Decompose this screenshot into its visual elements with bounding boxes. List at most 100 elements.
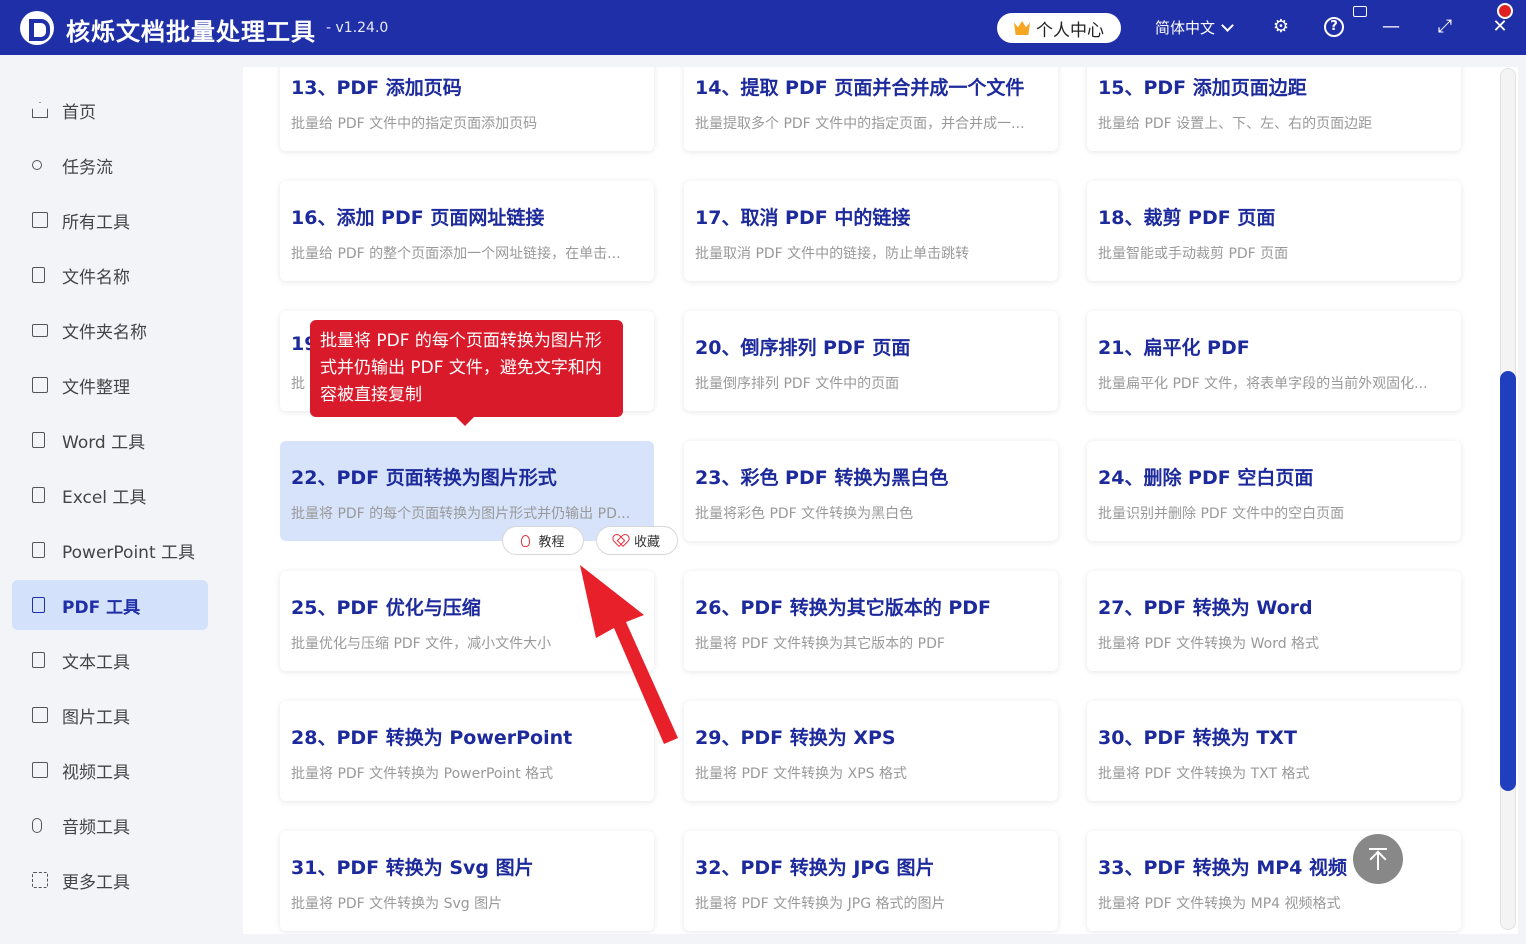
tool-card[interactable]: 32、PDF 转换为 JPG 图片 批量将 PDF 文件转换为 JPG 格式的图片 — [684, 831, 1058, 931]
sidebar: 首页任务流 所有工具文件名称文件夹名称文件整理 Word 工具 Excel 工具 Pow… — [0, 55, 222, 944]
sidebar-item-4[interactable]: 文件夹名称 — [12, 305, 208, 355]
tool-card[interactable]: 26、PDF 转换为其它版本的 PDF 批量将 PDF 文件转换为其它版本的 PD… — [684, 571, 1058, 671]
tutorial-label: 教程 — [538, 535, 565, 550]
monitor-icon — [32, 212, 48, 228]
tool-card-title: 16、添加 PDF 页面网址链接 — [291, 207, 545, 229]
tool-card[interactable]: 15、PDF 添加页面边距 批量给 PDF 设置上、下、左、右的页面边距 — [1087, 67, 1461, 151]
tool-card-description: 批量将 PDF 文件转换为 TXT 格式 — [1098, 766, 1310, 782]
tool-card-description: 批量智能或手动裁剪 PDF 页面 — [1098, 246, 1289, 262]
tool-card[interactable]: 29、PDF 转换为 XPS 批量将 PDF 文件转换为 XPS 格式 — [684, 701, 1058, 801]
tool-card[interactable]: 33、PDF 转换为 MP4 视频 批量将 PDF 文件转换为 MP4 视频格式 — [1087, 831, 1461, 931]
text-icon — [32, 652, 45, 668]
video-icon — [32, 762, 48, 778]
tool-card[interactable]: 18、裁剪 PDF 页面批量智能或手动裁剪 PDF 页面 — [1087, 181, 1461, 281]
pin-window-icon[interactable] — [1353, 6, 1367, 17]
tool-card-title: 26、PDF 转换为其它版本的 PDF — [695, 597, 992, 619]
sidebar-item-label: Excel 工具 — [62, 487, 147, 508]
sidebar-item-9[interactable]: PDF 工具 — [12, 580, 208, 630]
excel-icon — [32, 487, 45, 503]
sidebar-item-label: 文件夹名称 — [62, 322, 147, 343]
sidebar-item-label: 更多工具 — [62, 872, 130, 893]
annotation-arrow-icon — [580, 565, 678, 744]
tool-card-title: 14、提取 PDF 页面并合并成一个文件 — [695, 77, 1025, 99]
scrollbar-thumb[interactable] — [1500, 371, 1516, 791]
sidebar-item-12[interactable]: 视频工具 — [12, 745, 208, 795]
tool-card-title: 22、PDF 页面转换为图片形式 — [291, 467, 557, 489]
tool-card[interactable]: 16、添加 PDF 页面网址链接批量给 PDF 的整个页面添加一个网址链接，在单… — [280, 181, 654, 281]
tool-card-title: 32、PDF 转换为 JPG 图片 — [695, 857, 935, 879]
sidebar-item-label: 文件名称 — [62, 267, 130, 288]
tool-card-title: 25、PDF 优化与压缩 — [291, 597, 481, 619]
language-select[interactable]: 简体中文 — [1155, 17, 1234, 38]
audio-icon — [32, 817, 42, 833]
tool-card-description: 批量将 PDF 文件转换为其它版本的 PDF — [695, 636, 945, 652]
tool-card[interactable]: 13、PDF 添加页码批量给 PDF 文件中的指定页面添加页码 — [280, 67, 654, 151]
minimize-icon[interactable]: — — [1380, 16, 1402, 38]
sidebar-item-7[interactable]: Excel 工具 — [12, 470, 208, 520]
organize-icon — [32, 377, 48, 393]
tool-card[interactable]: 20、倒序排列 PDF 页面批量倒序排列 PDF 文件中的页面 — [684, 311, 1058, 411]
tool-card-description: 批量识别并删除 PDF 文件中的空白页面 — [1098, 506, 1345, 522]
tool-card[interactable]: 22、PDF 页面转换为图片形式 批量将 PDF 的每个页面转换为图片形式并仍输出… — [280, 441, 654, 541]
tool-card-title: 29、PDF 转换为 XPS — [695, 727, 896, 749]
folder-icon — [32, 323, 48, 337]
sidebar-item-label: 文本工具 — [62, 652, 130, 673]
tool-card-title: 30、PDF 转换为 TXT — [1098, 727, 1297, 749]
sidebar-item-1[interactable]: 任务流 — [12, 140, 208, 190]
sidebar-item-3[interactable]: 文件名称 — [12, 250, 208, 300]
tool-card-title: 13、PDF 添加页码 — [291, 77, 462, 99]
tool-card-title: 28、PDF 转换为 PowerPoint — [291, 727, 573, 749]
tool-card[interactable]: 17、取消 PDF 中的链接 批量取消 PDF 文件中的链接，防止单击跳转 — [684, 181, 1058, 281]
tool-card-title: 21、扁平化 PDF — [1098, 337, 1250, 359]
tool-card[interactable]: 24、删除 PDF 空白页面批量识别并删除 PDF 文件中的空白页面 — [1087, 441, 1461, 541]
sidebar-item-14[interactable]: 更多工具 — [12, 855, 208, 905]
tool-card-title: 20、倒序排列 PDF 页面 — [695, 337, 911, 359]
tool-card-description: 批量将 PDF 文件转换为 PowerPoint 格式 — [291, 766, 554, 782]
app-title: 核烁文档批量处理工具 — [66, 18, 316, 46]
tool-card-description: 批量给 PDF 文件中的指定页面添加页码 — [291, 116, 538, 132]
tool-card[interactable]: 30、PDF 转换为 TXT 批量将 PDF 文件转换为 TXT 格式 — [1087, 701, 1461, 801]
tool-card-description: 批量给 PDF 的整个页面添加一个网址链接，在单击... — [291, 246, 621, 262]
tool-card-title: 31、PDF 转换为 Svg 图片 — [291, 857, 534, 879]
tools-panel: 13、PDF 添加页码批量给 PDF 文件中的指定页面添加页码 14、提取 PDF… — [243, 67, 1518, 934]
sidebar-item-8[interactable]: PowerPoint 工具 — [12, 525, 208, 575]
sidebar-item-label: PowerPoint 工具 — [62, 542, 196, 563]
back-to-top-button[interactable] — [1353, 834, 1403, 884]
tool-card-title: 33、PDF 转换为 MP4 视频 — [1098, 857, 1348, 879]
tool-card[interactable]: 31、PDF 转换为 Svg 图片 批量将 PDF 文件转换为 Svg 图片 — [280, 831, 654, 931]
tool-card[interactable]: 23、彩色 PDF 转换为黑白色 批量将彩色 PDF 文件转换为黑白色 — [684, 441, 1058, 541]
sidebar-item-13[interactable]: 音频工具 — [12, 800, 208, 850]
help-icon[interactable]: ? — [1324, 17, 1344, 37]
tool-card-description: 批量将彩色 PDF 文件转换为黑白色 — [695, 506, 914, 522]
tutorial-button[interactable]: 教程 — [502, 526, 584, 555]
favorite-button[interactable]: 收藏 — [596, 526, 678, 555]
sidebar-item-5[interactable]: 文件整理 — [12, 360, 208, 410]
sidebar-item-6[interactable]: Word 工具 — [12, 415, 208, 465]
gear-icon[interactable]: ⚙ — [1270, 16, 1292, 38]
tool-card-title: 15、PDF 添加页面边距 — [1098, 77, 1307, 99]
pdf-icon — [32, 597, 45, 613]
maximize-icon[interactable]: ⤢ — [1434, 16, 1456, 38]
sidebar-item-label: 图片工具 — [62, 707, 130, 728]
workflow-icon — [32, 160, 42, 170]
powerpoint-icon — [32, 542, 45, 558]
sidebar-item-label: 首页 — [62, 102, 96, 123]
tool-card-title: 24、删除 PDF 空白页面 — [1098, 467, 1314, 489]
user-center-button[interactable]: 个人中心 — [997, 13, 1121, 43]
arrow-up-icon — [1369, 848, 1387, 870]
sidebar-item-11[interactable]: 图片工具 — [12, 690, 208, 740]
close-icon[interactable]: ✕ — [1489, 16, 1511, 38]
sidebar-item-label: Word 工具 — [62, 432, 146, 453]
tool-card-description: 批量提取多个 PDF 文件中的指定页面，并合并成一... — [695, 116, 1025, 132]
home-icon — [32, 102, 48, 118]
tool-card[interactable]: 21、扁平化 PDF 批量扁平化 PDF 文件，将表单字段的当前外观固化... — [1087, 311, 1461, 411]
sidebar-item-2[interactable]: 所有工具 — [12, 195, 208, 245]
tool-card-description: 批量倒序排列 PDF 文件中的页面 — [695, 376, 900, 392]
sidebar-item-label: 音频工具 — [62, 817, 130, 838]
lightbulb-icon — [521, 534, 531, 547]
tool-card[interactable]: 27、PDF 转换为 Word 批量将 PDF 文件转换为 Word 格式 — [1087, 571, 1461, 671]
sidebar-item-10[interactable]: 文本工具 — [12, 635, 208, 685]
tool-card-title: 18、裁剪 PDF 页面 — [1098, 207, 1276, 229]
sidebar-item-0[interactable]: 首页 — [12, 85, 208, 135]
tool-card[interactable]: 14、提取 PDF 页面并合并成一个文件批量提取多个 PDF 文件中的指定页面，… — [684, 67, 1058, 151]
